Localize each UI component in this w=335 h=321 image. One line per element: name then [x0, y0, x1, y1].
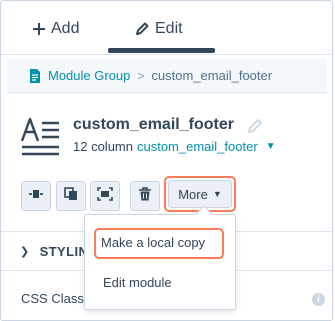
menu-item-make-local-copy[interactable]: Make a local copy [101, 235, 205, 250]
trash-icon [139, 186, 151, 206]
select-contents-button[interactable] [90, 181, 120, 211]
chevron-down-icon[interactable]: ▼ [266, 141, 276, 152]
tab-edit-label: Edit [155, 20, 183, 37]
menu-item-edit-module[interactable]: Edit module [103, 275, 172, 290]
breadcrumb-module-group[interactable]: Module Group [48, 68, 130, 83]
pencil-icon [135, 22, 149, 36]
styling-section-label: STYLIN [39, 243, 89, 259]
tab-add[interactable]: Add [33, 15, 79, 43]
active-tab-indicator [108, 48, 215, 53]
chevron-right-icon: ❯ [20, 245, 30, 258]
info-icon[interactable]: i [312, 293, 325, 306]
caret-down-icon: ▼ [212, 189, 222, 199]
breadcrumb-current: custom_email_footer [151, 68, 273, 83]
css-class-label: CSS Class [21, 291, 84, 306]
document-icon [29, 68, 41, 83]
more-button[interactable]: More ▼ [168, 180, 232, 208]
more-button-label: More [178, 186, 208, 202]
tab-add-label: Add [51, 20, 80, 37]
tab-bar: Add Edit [1, 1, 332, 55]
delete-button[interactable] [130, 181, 160, 211]
rename-pencil-icon[interactable] [247, 118, 263, 134]
plus-icon [33, 23, 45, 35]
module-title: custom_email_footer [73, 116, 234, 133]
breadcrumb: Module Group > custom_email_footer [7, 59, 327, 93]
module-column-count: 12 column [73, 139, 133, 154]
move-icon [29, 187, 43, 206]
tab-edit[interactable]: Edit [135, 15, 183, 43]
copy-icon [64, 186, 78, 206]
selection-frame-icon [97, 186, 113, 206]
module-source-link[interactable]: custom_email_footer [137, 139, 258, 154]
module-subtitle: 12 column custom_email_footer ▼ [73, 139, 276, 154]
module-editor-panel: Add Edit Module Group > custom_email_foo… [0, 0, 333, 321]
clone-button[interactable] [56, 181, 86, 211]
drag-handle-button[interactable] [21, 181, 51, 211]
rich-text-module-icon [20, 117, 61, 159]
breadcrumb-separator: > [137, 68, 145, 83]
